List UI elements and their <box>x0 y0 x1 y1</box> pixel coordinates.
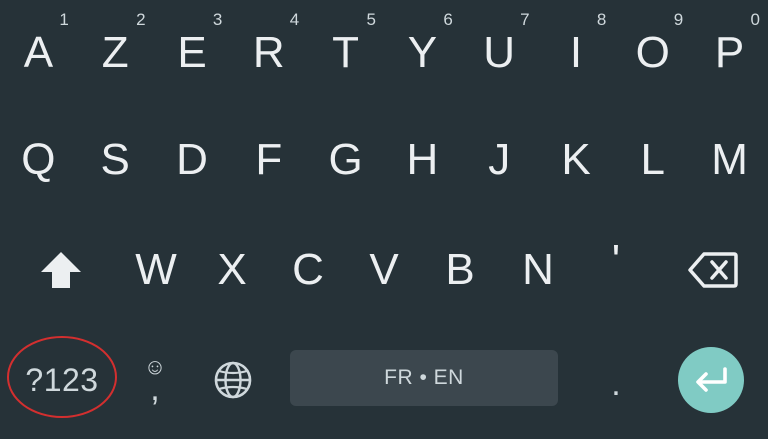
key-hint: 8 <box>596 10 607 29</box>
key-h[interactable]: H <box>384 110 461 210</box>
period-key[interactable]: . <box>578 330 654 430</box>
key-label: E <box>177 28 207 77</box>
key-label: K <box>561 135 591 184</box>
key-d[interactable]: D <box>154 110 231 210</box>
emoji-comma-key[interactable]: ☺ , <box>122 330 188 430</box>
key-label: A <box>23 28 54 77</box>
key-f[interactable]: F <box>230 110 307 210</box>
key-u[interactable]: U 7 <box>461 0 538 100</box>
key-p[interactable]: P 0 <box>691 0 768 100</box>
key-n[interactable]: N <box>498 220 578 320</box>
key-label: Y <box>407 28 438 77</box>
key-label: N <box>522 245 554 294</box>
key-hint: 4 <box>289 10 300 29</box>
shift-arrow-icon <box>41 252 81 288</box>
space-bar[interactable]: FR • EN <box>290 350 558 406</box>
key-e[interactable]: E 3 <box>154 0 231 100</box>
key-m[interactable]: M <box>691 110 768 210</box>
key-w[interactable]: W <box>118 220 194 320</box>
space-bar-label: FR • EN <box>384 366 464 389</box>
key-hint: 7 <box>520 10 530 29</box>
key-g[interactable]: G <box>307 110 384 210</box>
key-b[interactable]: B <box>422 220 498 320</box>
key-label: L <box>640 135 666 184</box>
key-j[interactable]: J <box>461 110 538 210</box>
key-hint: 9 <box>673 10 684 29</box>
key-label: V <box>369 245 399 294</box>
key-label: T <box>332 28 360 77</box>
key-label: U <box>483 28 516 77</box>
key-hint: 0 <box>750 10 760 29</box>
keyboard-row-2: Q S D F G H J K L M <box>0 110 768 210</box>
key-o[interactable]: O 9 <box>614 0 691 100</box>
key-hint: 6 <box>443 10 453 29</box>
key-label: B <box>445 245 475 294</box>
keyboard-row-3: W X C V B N ' <box>0 220 768 320</box>
key-label: P <box>714 28 745 77</box>
keyboard-row-1: A 1 Z 2 E 3 R 4 T 5 Y 6 U 7 I 8 O 9 P 0 <box>0 0 768 100</box>
key-k[interactable]: K <box>538 110 615 210</box>
key-label: G <box>328 135 363 184</box>
key-label: O <box>635 28 670 77</box>
key-label: H <box>406 135 439 184</box>
enter-return-icon <box>696 367 727 392</box>
key-q[interactable]: Q <box>0 110 77 210</box>
comma-label: , <box>150 369 160 408</box>
virtual-keyboard: A 1 Z 2 E 3 R 4 T 5 Y 6 U 7 I 8 O 9 P 0 … <box>0 0 768 439</box>
keyboard-row-4: ?123 ☺ , FR • EN . <box>0 330 768 439</box>
key-r[interactable]: R 4 <box>230 0 307 100</box>
globe-icon <box>214 361 252 399</box>
key-i[interactable]: I 8 <box>538 0 615 100</box>
key-label: X <box>217 245 247 294</box>
key-label: S <box>100 135 130 184</box>
key-hint: 5 <box>366 10 376 29</box>
key-s[interactable]: S <box>77 110 154 210</box>
key-apostrophe[interactable]: ' <box>578 220 654 320</box>
key-label: M <box>711 135 748 184</box>
key-v[interactable]: V <box>346 220 422 320</box>
key-label: Z <box>101 28 129 77</box>
period-label: . <box>611 365 621 403</box>
key-label: J <box>488 135 511 184</box>
key-z[interactable]: Z 2 <box>77 0 154 100</box>
key-label: C <box>292 245 324 294</box>
key-label: I <box>569 28 583 77</box>
key-l[interactable]: L <box>614 110 691 210</box>
language-switch-key[interactable] <box>198 330 268 430</box>
symbols-key[interactable]: ?123 <box>10 330 114 430</box>
backspace-key[interactable] <box>668 220 758 320</box>
backspace-icon <box>688 252 738 288</box>
key-label: Q <box>21 135 56 184</box>
symbols-key-label: ?123 <box>25 362 99 398</box>
key-label: F <box>255 135 283 184</box>
key-a[interactable]: A 1 <box>0 0 77 100</box>
key-label: W <box>135 245 177 294</box>
key-label: R <box>252 28 285 77</box>
enter-key[interactable] <box>678 347 744 413</box>
key-c[interactable]: C <box>270 220 346 320</box>
key-label: ' <box>611 236 621 285</box>
key-x[interactable]: X <box>194 220 270 320</box>
key-hint: 2 <box>136 10 146 29</box>
key-hint: 1 <box>59 10 69 29</box>
key-hint: 3 <box>212 10 223 29</box>
key-t[interactable]: T 5 <box>307 0 384 100</box>
shift-key[interactable] <box>16 220 106 320</box>
key-label: D <box>176 135 208 184</box>
key-y[interactable]: Y 6 <box>384 0 461 100</box>
